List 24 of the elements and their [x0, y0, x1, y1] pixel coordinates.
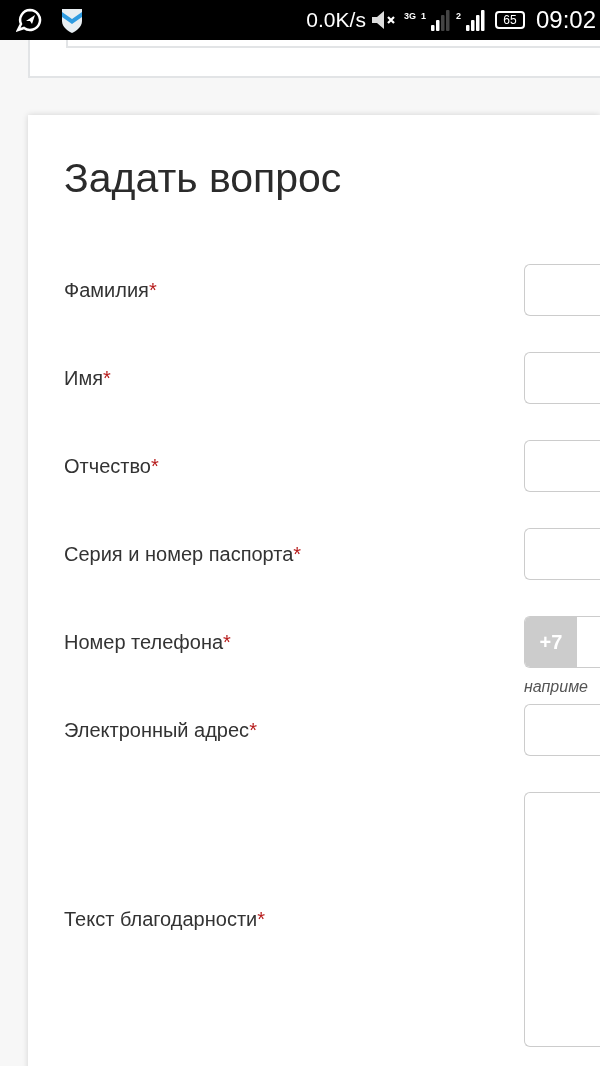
field-label: Отчество*	[64, 454, 160, 478]
field-label: Фамилия*	[64, 278, 158, 302]
text-field[interactable]	[524, 440, 600, 492]
field-hint: наприме	[524, 678, 588, 696]
field-label: Имя*	[64, 366, 112, 390]
form-title: Задать вопрос	[64, 155, 343, 201]
network-speed: 0.0K/s	[306, 8, 366, 32]
text-field[interactable]	[524, 528, 600, 580]
field-label: Серия и номер паспорта*	[64, 542, 303, 566]
field-label: Электронный адрес*	[64, 718, 258, 742]
signal-icon	[465, 9, 486, 31]
sim-label: 2	[455, 12, 461, 21]
signal-icon	[430, 9, 451, 31]
field-label: Номер телефона*	[64, 630, 232, 654]
battery-icon: 65	[494, 11, 525, 29]
clock: 09:02	[535, 6, 596, 34]
shield-icon	[60, 6, 84, 34]
field-label: Текст благодарности*	[64, 908, 266, 931]
network-type: 3G	[403, 12, 416, 21]
sim-label: 1	[420, 12, 426, 21]
text-field[interactable]	[524, 264, 600, 316]
message-field[interactable]	[524, 792, 600, 1047]
text-field[interactable]	[524, 704, 600, 756]
text-field[interactable]	[524, 352, 600, 404]
